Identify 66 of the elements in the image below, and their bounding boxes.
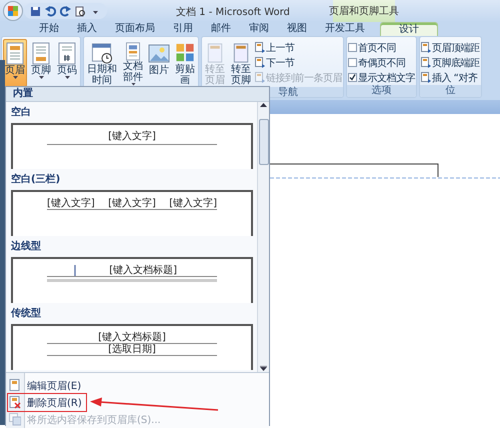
ribbon-button[interactable]: 插入 “对齐 [421, 71, 480, 84]
header-preview[interactable]: [键入文档标题] [选取日期] [11, 324, 253, 370]
gallery-category: 空白 [11, 106, 32, 120]
header-preview[interactable]: [键入文字] [11, 123, 253, 169]
ribbon-button[interactable]: 页码 [55, 39, 79, 87]
placeholder-text: [键入文字] [169, 198, 217, 209]
scrollbar[interactable] [257, 102, 269, 372]
menu-item[interactable]: 删除页眉(R) [6, 394, 82, 411]
group-label: 选项 [347, 85, 416, 97]
placeholder-text: [键入文档标题] [109, 265, 177, 276]
office-button[interactable] [3, 1, 23, 21]
gallery-category: 边线型 [11, 240, 42, 254]
menu-section-header: 内置 [6, 87, 269, 102]
ribbon-tab[interactable]: 开发工具 [316, 22, 374, 36]
checkbox-label: 奇偶页不同 [358, 56, 406, 70]
gallery-category: 空白(三栏) [11, 172, 62, 187]
print-preview-icon[interactable] [75, 6, 86, 16]
save-icon[interactable] [30, 6, 41, 16]
checkbox[interactable] [348, 43, 357, 52]
window-title: 文档 1 - Microsoft Word [176, 6, 290, 19]
placeholder-text: [键入文字] [108, 131, 156, 142]
redo-icon[interactable] [60, 6, 71, 16]
ribbon-tab[interactable]: 视图 [278, 22, 316, 36]
save-selection-icon [9, 413, 21, 426]
picture-icon [148, 42, 170, 65]
scroll-thumb[interactable] [258, 119, 268, 165]
menu-item[interactable]: 编辑页眉(E) [6, 377, 269, 394]
clip-art-icon [174, 42, 196, 64]
ribbon-button[interactable]: 页眉顶端距 [421, 41, 480, 54]
header-preview[interactable]: [键入文档标题] [11, 257, 253, 303]
ribbon-tab[interactable]: 引用 [164, 22, 202, 36]
placeholder-text: [键入文字] [108, 198, 156, 209]
ribbon-tab[interactable]: 插入 [68, 22, 106, 36]
calendar-clock-icon [91, 42, 113, 64]
checkbox-label: 首页不同 [358, 42, 396, 54]
ribbon-tab[interactable]: 邮件 [202, 22, 240, 36]
ribbon-button[interactable]: 下一节 [255, 56, 342, 69]
checkbox[interactable] [348, 58, 357, 67]
placeholder-text: [选取日期] [108, 344, 156, 355]
ribbon-button[interactable]: 图片 [147, 39, 171, 87]
ribbon-button[interactable]: 文档部件 [121, 39, 145, 87]
ribbon-tab[interactable]: 审阅 [240, 22, 278, 36]
checkbox-label: 显示文档文字 [358, 72, 415, 84]
ribbon-button[interactable]: 日期和时间 [85, 39, 119, 87]
footer-icon [30, 42, 52, 65]
page-number-icon [56, 42, 78, 65]
page-icon [9, 379, 21, 392]
placeholder-text: [键入文字] [47, 198, 95, 209]
ribbon-button[interactable]: 页脚底端距 [421, 56, 480, 69]
delete-page-icon [9, 396, 21, 409]
ribbon-tab[interactable]: 开始 [30, 22, 68, 36]
checkbox[interactable] [348, 73, 357, 82]
scroll-down-icon [260, 366, 267, 372]
header-preview[interactable]: [键入文字] [键入文字] [键入文字] [11, 190, 253, 236]
ribbon-tab[interactable]: 设计 [380, 22, 438, 36]
placeholder-text: [键入文档标题] [98, 332, 166, 343]
header-icon [4, 42, 26, 65]
gallery-category: 传统型 [11, 306, 42, 321]
ribbon-button[interactable]: 转至页脚 [229, 39, 253, 87]
ribbon-button[interactable]: 上一节 [255, 41, 342, 54]
undo-icon[interactable] [45, 6, 56, 16]
ribbon-button[interactable]: 页眉 [3, 39, 27, 87]
group-label: 位 [420, 85, 480, 97]
ribbon-button[interactable]: 剪贴画 [173, 39, 197, 87]
ribbon-button[interactable]: 页脚 [29, 39, 53, 87]
ribbon-tab[interactable]: 页面布局 [106, 22, 164, 36]
